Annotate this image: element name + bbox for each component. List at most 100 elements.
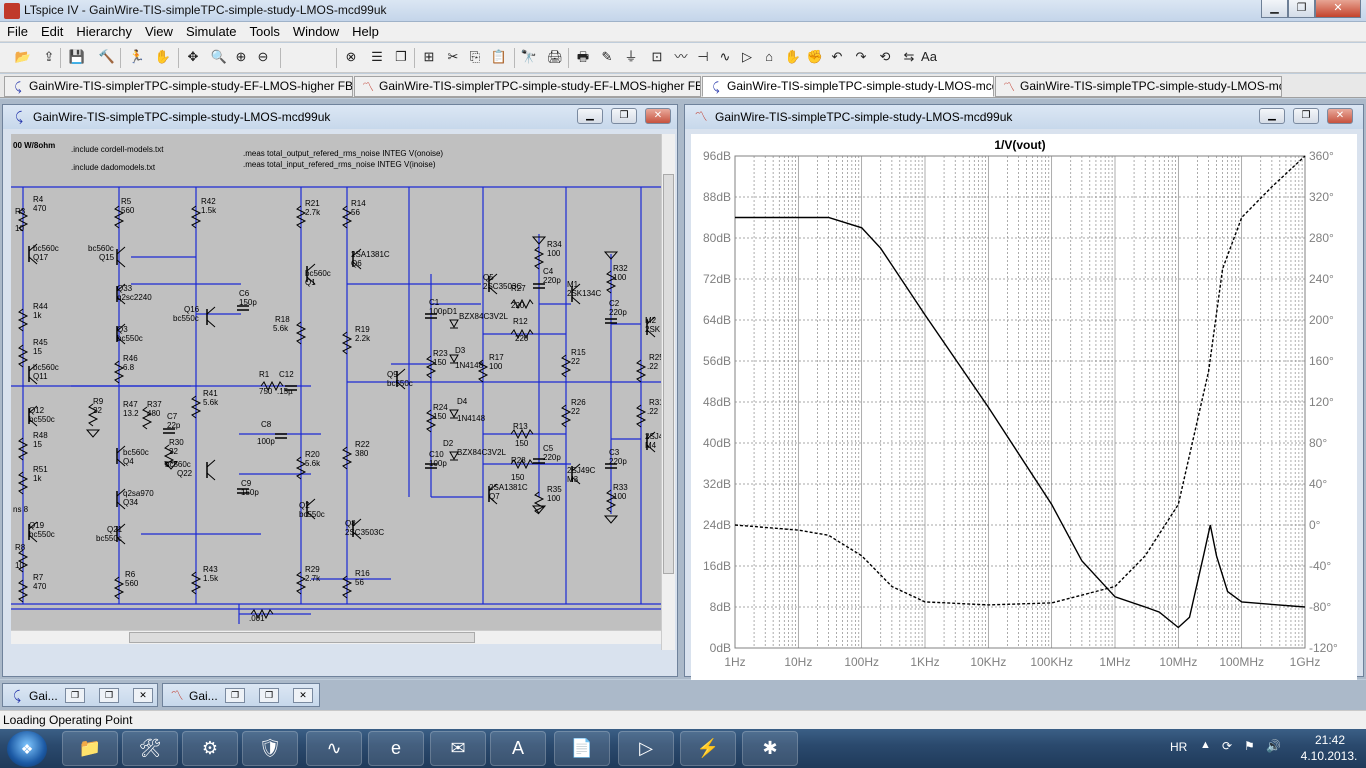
menu-window[interactable]: Window [286,22,345,39]
minimized-schematic-window[interactable]: ⤹ Gai... ❐ ❐ ✕ [2,683,158,707]
pan-icon[interactable]: ✥ [184,48,202,66]
mail-icon[interactable]: ✉ [430,731,486,766]
tile-vertical-icon[interactable]: ⊞ [420,48,438,66]
file-explorer-icon[interactable]: 📁 [62,731,118,766]
control-panel-icon[interactable]: 🔨 [98,48,116,66]
restore-button[interactable]: ❐ [65,688,85,703]
print-icon[interactable]: 🖶 [574,48,592,66]
schematic-horizontal-scrollbar[interactable] [11,630,661,644]
paint-icon[interactable]: ✱ [742,731,798,766]
update-icon[interactable]: ⟳ [1222,739,1232,753]
zoom-in-icon[interactable]: 🔍 [210,48,228,66]
tab-schematic-lmos-mcd99uk[interactable]: ⤹ GainWire-TIS-simpleTPC-simple-study-LMO… [702,76,994,97]
maximize-button[interactable]: ❐ [259,688,279,703]
undo-icon[interactable]: ↶ [828,48,846,66]
paste-icon[interactable]: 📋 [490,48,508,66]
plot-minimize-button[interactable]: ▁ [1259,108,1285,124]
waveform-plot-area[interactable]: 96dB 88dB 80dB 72dB 64dB 56dB 48dB 40dB 32dB 24dB… [691,134,1357,680]
x-tick-label: 10Hz [784,655,812,669]
action-center-icon[interactable]: ⚑ [1244,739,1255,753]
open-icon[interactable]: 📂 [14,48,32,66]
plot-close-button[interactable]: ✕ [1327,108,1353,124]
schematic-drawing[interactable]: 00 W/8ohm .include cordell-models.txt .inc… [11,134,661,630]
schematic-minimize-button[interactable]: ▁ [577,108,603,124]
maximize-button[interactable]: ❐ [1288,0,1315,18]
menu-edit[interactable]: Edit [34,22,69,39]
minimized-plot-window[interactable]: 〽 Gai... ❐ ❐ ✕ [162,683,320,707]
schematic-close-button[interactable]: ✕ [645,108,671,124]
show-hidden-icons-icon[interactable]: ▲ [1200,739,1211,751]
new-schematic-icon[interactable]: ⇪ [40,48,58,66]
internet-explorer-icon[interactable]: e [368,731,424,766]
component-icon[interactable]: ⌂ [760,48,778,66]
clock-time[interactable]: 21:42 [1298,733,1362,747]
cut-icon[interactable]: ✂ [444,48,462,66]
close-button[interactable]: ✕ [293,688,313,703]
run-icon[interactable]: 🏃 [128,48,146,66]
ground-icon[interactable]: ⏚ [622,48,640,66]
tab-plot-ef-lmos[interactable]: 〽 GainWire-TIS-simplerTPC-simple-study-EF… [354,76,701,97]
cascade-icon[interactable]: ❐ [392,48,410,66]
zoom-out-icon[interactable]: ⊖ [254,48,272,66]
spice-directive[interactable]: .include dadomodels.txt [71,163,156,172]
close-button[interactable]: ✕ [1315,0,1361,18]
redo-icon[interactable]: ↷ [852,48,870,66]
clock-date[interactable]: 4.10.2013. [1294,749,1364,763]
move-icon[interactable]: ✋ [784,48,802,66]
drag-icon[interactable]: ✊ [806,48,824,66]
restore-button[interactable]: ❐ [225,688,245,703]
oscilloscope-icon[interactable]: ∿ [306,731,362,766]
close-button[interactable]: ✕ [133,688,153,703]
zoom-pan-icon[interactable]: ⊕ [232,48,250,66]
copy-icon[interactable]: ⎘ [466,48,484,66]
volume-icon[interactable]: 🔊 [1266,739,1281,753]
plot-maximize-button[interactable]: ❐ [1293,108,1319,124]
tab-schematic-ef-lmos[interactable]: ⤹ GainWire-TIS-simplerTPC-simple-study-EF… [4,76,353,97]
spice-directive[interactable]: .meas total_output_refered_rms_noise INT… [243,149,443,158]
document-icon[interactable]: 📄 [554,731,610,766]
spice-directive[interactable]: .meas total_input_refered_rms_noise INTE… [243,160,436,169]
schematic-maximize-button[interactable]: ❐ [611,108,637,124]
media-icon[interactable]: ⚙ [182,731,238,766]
trace-label[interactable]: 1/V(vout) [994,138,1045,152]
bode-plot[interactable]: 96dB 88dB 80dB 72dB 64dB 56dB 48dB 40dB 32dB 24dB… [691,134,1357,680]
start-button[interactable]: ❖ [7,731,47,767]
text-icon[interactable]: Aa [920,48,938,66]
mirror-icon[interactable]: ⇆ [900,48,918,66]
scrollbar-thumb[interactable] [663,174,674,574]
pdf-reader-icon[interactable]: A [490,731,546,766]
find-icon[interactable]: 🔭 [520,48,538,66]
label-icon[interactable]: ⊡ [648,48,666,66]
scrollbar-thumb[interactable] [129,632,475,643]
wire-icon[interactable]: ✎ [598,48,616,66]
installer-icon[interactable]: 🛠 [122,731,178,766]
print-setup-icon[interactable]: 🖨 [546,48,564,66]
diode-icon[interactable]: ▷ [738,48,756,66]
ltspice-icon[interactable]: ⚡ [680,731,736,766]
tile-horizontal-icon[interactable]: ☰ [368,48,386,66]
maximize-button[interactable]: ❐ [99,688,119,703]
menu-file[interactable]: File [0,22,34,39]
minimize-button[interactable]: ▁ [1261,0,1288,18]
y-tick-label-right: 240° [1309,272,1334,286]
language-indicator[interactable]: HR [1170,740,1187,754]
menu-help[interactable]: Help [345,22,385,39]
ltspice-run-icon[interactable]: ▷ [618,731,674,766]
zoom-cancel-icon[interactable]: ⊗ [342,48,360,66]
spice-directive[interactable]: .include cordell-models.txt [71,145,164,154]
menu-tools[interactable]: Tools [243,22,286,39]
tab-plot-lmos-mcd99uk[interactable]: 〽 GainWire-TIS-simpleTPC-simple-study-LMO… [995,76,1282,97]
component-label: bc550c [29,530,55,539]
resistor-icon[interactable]: 〰 [672,48,690,66]
menu-view[interactable]: View [138,22,179,39]
save-icon[interactable]: 💾 [68,48,86,66]
menu-hierarchy[interactable]: Hierarchy [69,22,138,39]
halt-icon[interactable]: ✋ [154,48,172,66]
schematic-canvas[interactable]: 00 W/8ohm .include cordell-models.txt .inc… [11,134,661,630]
rotate-icon[interactable]: ⟲ [876,48,894,66]
schematic-vertical-scrollbar[interactable] [661,134,675,650]
antivirus-icon[interactable]: 🛡 [242,731,298,766]
menu-simulate[interactable]: Simulate [179,22,243,39]
capacitor-icon[interactable]: ⊣ [694,48,712,66]
inductor-icon[interactable]: ∿ [716,48,734,66]
